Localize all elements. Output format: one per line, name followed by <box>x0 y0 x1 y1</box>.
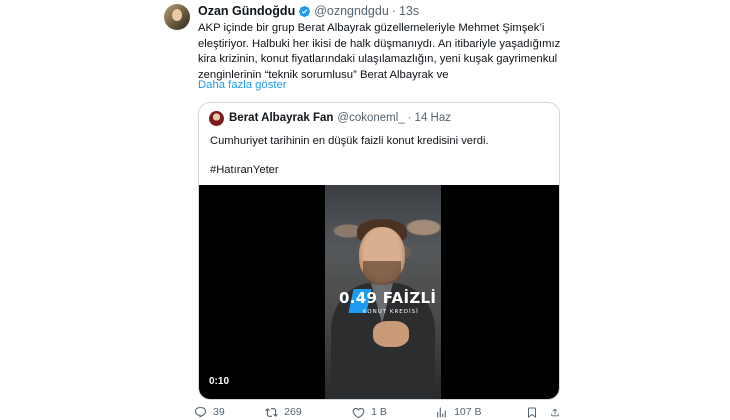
reply-button[interactable]: 39 <box>194 406 265 419</box>
tweet-header: Ozan Gündoğdu @ozngndgdu · 13s <box>198 3 419 19</box>
heart-icon <box>352 407 365 418</box>
tweet[interactable]: Ozan Gündoğdu @ozngndgdu · 13s AKP içind… <box>164 0 574 420</box>
retweet-button[interactable]: 269 <box>265 406 352 419</box>
tweet-text: AKP içinde bir grup Berat Albayrak güzel… <box>198 21 583 83</box>
bookmark-icon <box>528 407 537 418</box>
share-button[interactable] <box>550 406 566 419</box>
tweet-text-line: kira krizinin, konut fiyatlarındaki ulaş… <box>198 53 558 65</box>
author-avatar[interactable] <box>164 4 190 30</box>
separator-dot: · <box>407 112 412 124</box>
retweet-icon <box>265 407 279 417</box>
quoted-author-name: Berat Albayrak Fan <box>229 112 334 124</box>
bookmark-button[interactable] <box>526 406 544 419</box>
author-name[interactable]: Ozan Gündoğdu <box>198 4 295 18</box>
video-player[interactable]: 0.49 FAİZLİ KONUT KREDİSİ 0:10 <box>199 185 559 399</box>
share-icon <box>551 408 559 416</box>
quoted-tweet-text: Cumhuriyet tarihinin en düşük faizli kon… <box>210 135 489 147</box>
show-more-link[interactable]: Daha fazla göster <box>198 79 287 91</box>
quoted-tweet[interactable]: Berat Albayrak Fan @cokoneml_ · 14 Haz C… <box>198 102 560 400</box>
video-frame: 0.49 FAİZLİ KONUT KREDİSİ <box>325 185 441 399</box>
tweet-text-line: AKP içinde bir grup Berat Albayrak güzel… <box>198 22 545 34</box>
views-count: 107 B <box>454 406 482 418</box>
person-hand <box>373 321 409 347</box>
verified-badge-icon <box>299 5 311 17</box>
reply-icon <box>194 406 207 418</box>
tweet-text-line: eleştiriyor. Halbuki her ikisi de halk d… <box>198 37 561 50</box>
video-duration: 0:10 <box>209 376 230 387</box>
like-button[interactable]: 1 B <box>352 406 435 419</box>
quoted-author-handle: @cokoneml_ <box>337 112 405 124</box>
tweet-actions: 39 269 1 B 107 B <box>194 404 566 420</box>
author-handle[interactable]: @ozngndgdu <box>314 4 389 18</box>
tweet-time[interactable]: 13s <box>399 4 419 18</box>
video-caption-overlay: 0.49 FAİZLİ KONUT KREDİSİ <box>337 287 436 317</box>
quoted-tweet-hashtag: #HatıranYeter <box>210 164 279 176</box>
caption-subtitle: KONUT KREDİSİ <box>363 309 419 315</box>
separator-dot: · <box>391 4 396 18</box>
retweet-count: 269 <box>284 406 302 418</box>
analytics-icon <box>437 407 446 417</box>
quoted-tweet-header: Berat Albayrak Fan @cokoneml_ · 14 Haz <box>209 110 451 126</box>
reply-count: 39 <box>213 406 225 418</box>
caption-title: 0.49 FAİZLİ <box>339 289 437 307</box>
views-button[interactable]: 107 B <box>435 406 524 419</box>
quoted-author-avatar <box>209 110 224 126</box>
like-count: 1 B <box>371 406 387 418</box>
person-beard <box>363 261 401 285</box>
quoted-tweet-date: 14 Haz <box>414 112 451 124</box>
